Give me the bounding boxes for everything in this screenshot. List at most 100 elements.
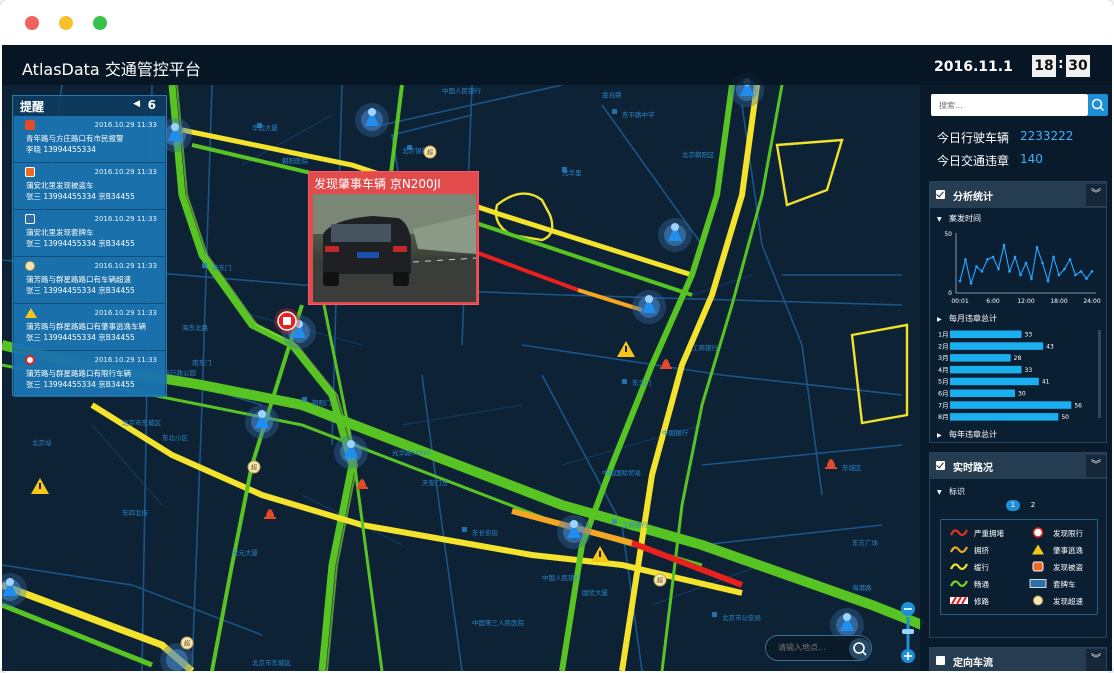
section-case-time[interactable]: ▼ 案发时间 (937, 213, 981, 224)
chevron-down-icon[interactable]: ︾ (1086, 455, 1106, 477)
data-point (997, 267, 1000, 271)
svg-text:金台路: 金台路 (602, 90, 622, 99)
y-tick-label: 50 (944, 231, 952, 238)
category-label: 8月 (938, 413, 949, 421)
data-point (1019, 273, 1022, 277)
alert-item[interactable]: 2016.10.29 11:33 蒲安北里发现套牌车 张三 1399445533… (14, 210, 165, 256)
traffic-legend: 严重拥堵 发现限行 拥挤 肇事逃逸 缓行 发现被盗 畅通 套牌车 修路 发现超速 (940, 519, 1098, 615)
traffic-header: 实时路况 ︾ (930, 453, 1106, 479)
svg-text:工商银行: 工商银行 (622, 520, 649, 529)
alert-time: 2016.10.29 11:33 (94, 168, 157, 176)
search-icon (1091, 98, 1105, 112)
svg-text:中国人民银行: 中国人民银行 (442, 86, 482, 95)
svg-text:北京市东城区: 北京市东城区 (122, 418, 162, 427)
alert-contact: 张三 13994455334 京B34455 (26, 239, 135, 248)
alert-time: 2016.10.29 11:33 (94, 356, 157, 364)
data-point (1079, 270, 1083, 273)
data-point (1008, 270, 1011, 273)
search-box (931, 94, 1088, 116)
bar (950, 354, 1011, 362)
collapse-left-icon[interactable]: ◀ (133, 99, 140, 109)
svg-text:华远大厦: 华远大厦 (252, 123, 279, 132)
value-label: 30 (1018, 391, 1026, 398)
flow-checkbox[interactable] (936, 656, 945, 665)
alert-message: 蒲芳路与群星路路口有车辆超速 (26, 275, 131, 284)
value-label: 33 (1025, 332, 1033, 339)
category-label: 6月 (938, 390, 949, 398)
maximize-window-button[interactable] (93, 16, 107, 30)
x-tick-label: 12:00 (1017, 298, 1034, 305)
right-sidebar: 今日行驶车辆 2233222 今日交通违章 140 分析统计 ︾ ▼ 案发时间 5… (920, 85, 1112, 671)
chevron-down-icon[interactable]: ︾ (1086, 649, 1106, 671)
stat-label: 今日交通违章 (937, 154, 1010, 168)
minimize-window-button[interactable] (59, 16, 73, 30)
section-yearly[interactable]: ▶ 每年违章总计 (937, 429, 997, 440)
svg-text:中国第三人民医院: 中国第三人民医院 (472, 618, 525, 627)
alerts-title: 提醒 (20, 100, 45, 114)
incident-marker-red (274, 308, 300, 334)
data-point (1074, 273, 1077, 277)
alert-time: 2016.10.29 11:33 (94, 121, 157, 129)
svg-text:东城区: 东城区 (842, 463, 862, 472)
alert-message: 青年路与方庄路口有市民报警 (26, 134, 124, 143)
chevron-down-icon[interactable]: ︾ (1086, 184, 1106, 206)
page-1-button[interactable]: 1 (1006, 500, 1020, 511)
svg-text:天安门东: 天安门东 (422, 478, 449, 487)
stat-label: 今日行驶车辆 (937, 131, 1010, 145)
search-button[interactable] (1088, 94, 1108, 116)
section-legend[interactable]: ▼ 标识 (937, 486, 965, 497)
incident-popup[interactable]: 发现肇事车辆 京N200JI (308, 171, 479, 305)
fake-plate-icon (25, 214, 35, 224)
x-tick-label: 24:00 (1083, 298, 1100, 305)
bar (950, 401, 1072, 409)
triangle-right-icon: ▶ (937, 432, 942, 439)
place-search (765, 635, 872, 661)
alerts-panel: 提醒 ◀ 6 2016.10.29 11:33 青年路与方庄路口有市民报警 李晓… (12, 95, 167, 397)
stolen-vehicle-icon (1032, 561, 1044, 572)
alarm-icon (25, 120, 35, 130)
zoom-control[interactable] (897, 601, 919, 663)
alerts-header: 提醒 ◀ 6 (13, 96, 166, 116)
alert-contact: 张三 13994455334 京B34455 (26, 380, 135, 389)
clock-separator: : (1058, 56, 1064, 72)
alert-item[interactable]: 2016.10.29 11:33 蒲芳路与群星路路口有肇事逃逸车辆 张三 139… (14, 304, 165, 350)
data-point (1057, 273, 1061, 277)
svg-text:国贸大厦: 国贸大厦 (582, 588, 609, 597)
alert-contact: 李晓 13994455334 (26, 145, 96, 154)
bar (950, 330, 1022, 338)
category-label: 2月 (938, 342, 949, 350)
traffic-panel: 实时路况 ︾ ▼ 标识 1 2 严重拥堵 发现限行 拥挤 肇事逃逸 缓行 发现被盗… (929, 452, 1107, 638)
alert-message: 蒲安北里发现套牌车 (26, 228, 94, 237)
alert-item[interactable]: 2016.10.29 11:33 青年路与方庄路口有市民报警 李晓 139944… (14, 116, 165, 162)
hit-and-run-icon (1032, 544, 1044, 555)
search-input[interactable] (939, 98, 1079, 112)
page-2-button[interactable]: 2 (1026, 500, 1040, 511)
section-monthly[interactable]: ▶ 每月违章总计 (937, 313, 997, 324)
data-point (1041, 261, 1044, 265)
flow-header: 定向车流 ︾ (930, 648, 1106, 671)
svg-text:光华路SOHO: 光华路SOHO (392, 448, 431, 457)
close-window-button[interactable] (25, 16, 39, 30)
traffic-checkbox[interactable] (936, 461, 945, 470)
svg-text:朝阳医院: 朝阳医院 (282, 156, 309, 165)
data-point (958, 279, 962, 283)
popup-title: 发现肇事车辆 京N200JI (314, 177, 441, 191)
place-search-input[interactable] (778, 643, 848, 652)
alert-item[interactable]: 2016.10.29 11:33 蒲芳路与群星路路口有车辆超速 张三 13994… (14, 257, 165, 303)
svg-text:北京市东城区: 北京市东城区 (252, 658, 292, 667)
alert-item[interactable]: 2016.10.29 11:33 蒲安北里发现被盗车 张三 1399445533… (14, 163, 165, 209)
value-label: 43 (1046, 343, 1054, 350)
triangle-right-icon: ▶ (937, 316, 942, 323)
data-point (975, 265, 978, 268)
panel-title: 分析统计 (953, 192, 993, 203)
alert-message: 蒲芳路与群星路路口有肇事逃逸车辆 (26, 322, 146, 331)
place-search-button[interactable] (849, 638, 871, 660)
stat-value: 140 (1020, 152, 1043, 166)
triangle-down-icon: ▼ (937, 216, 942, 223)
alert-time: 2016.10.29 11:33 (94, 262, 157, 270)
svg-text:东四北街: 东四北街 (122, 508, 149, 517)
svg-text:海东门: 海东门 (212, 263, 232, 272)
data-point (980, 270, 984, 273)
alert-item[interactable]: 2016.10.29 11:33 蒲芳路与群星路路口有限行车辆 张三 13994… (14, 351, 165, 397)
analysis-checkbox[interactable] (936, 190, 945, 199)
